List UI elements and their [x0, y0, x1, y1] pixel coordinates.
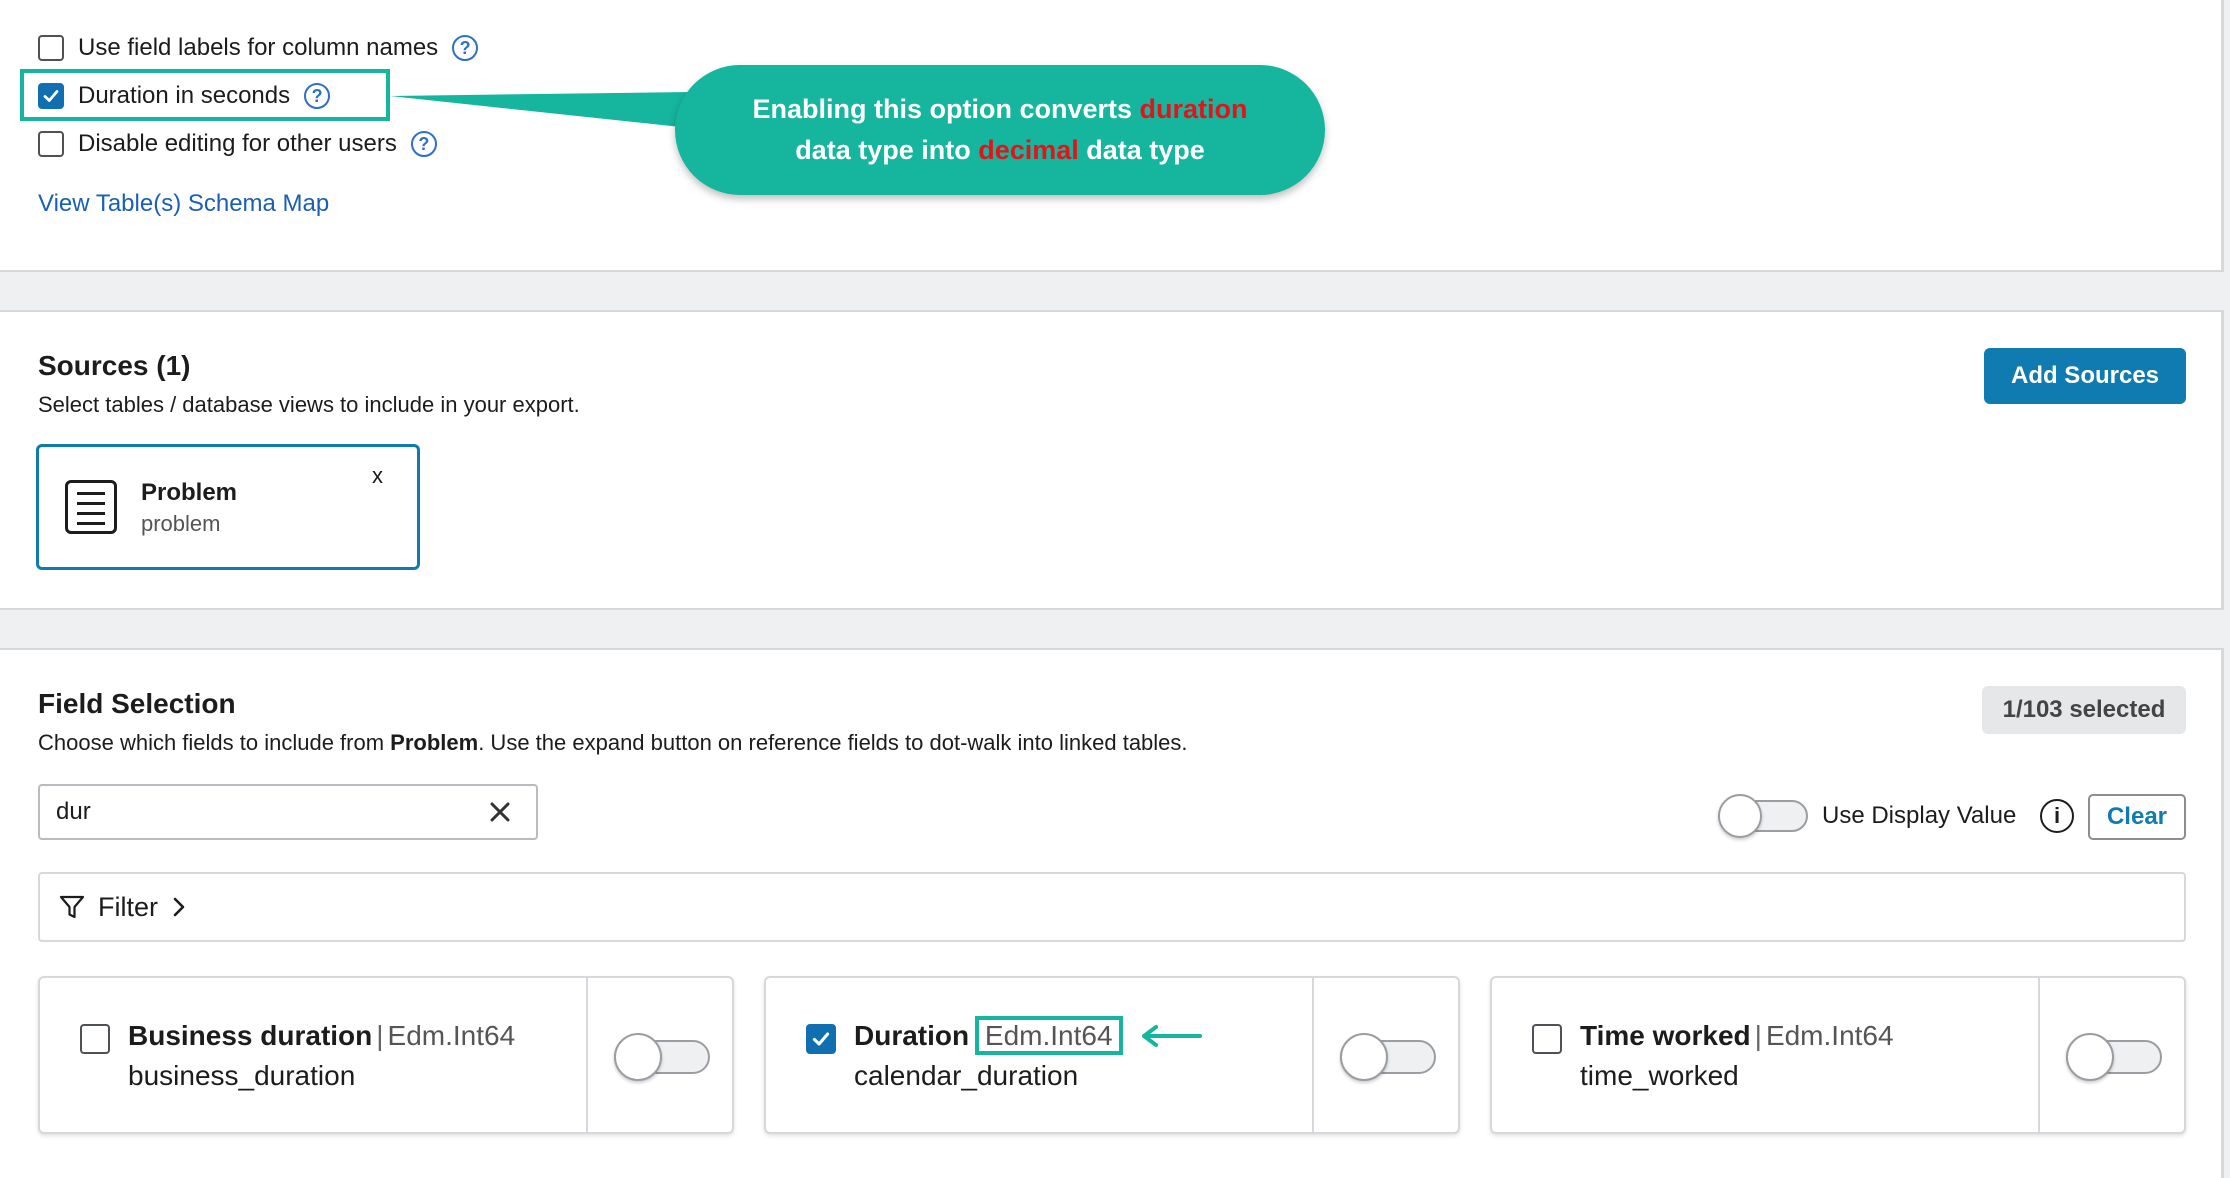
field-labels-checkbox[interactable] [38, 35, 64, 61]
field-name: Duration [854, 1020, 970, 1051]
disable-editing-label: Disable editing for other users [78, 130, 397, 157]
field-name: Time worked [1580, 1020, 1751, 1051]
field-selection-title: Field Selection [38, 688, 236, 719]
field-separator: | [1754, 1020, 1762, 1051]
filter-icon [59, 895, 85, 919]
disable-editing-option[interactable]: Disable editing for other users ? [38, 130, 437, 158]
callout-highlight: decimal [978, 135, 1079, 165]
field-expand-toggle[interactable] [614, 1033, 710, 1081]
help-icon[interactable]: ? [452, 35, 479, 61]
toggle-knob [1718, 794, 1762, 838]
field-type-highlighted: Edm.Int64 [974, 1016, 1123, 1055]
sources-title: Sources (1) [38, 350, 191, 381]
field-column: business_duration [128, 1060, 356, 1091]
add-sources-button[interactable]: Add Sources [1984, 348, 2186, 404]
callout-line-2: data type into decimal data type [675, 130, 1325, 171]
field-labels-option[interactable]: Use field labels for column names ? [38, 34, 479, 62]
subtitle-text: Choose which fields to include from [38, 730, 391, 755]
table-icon [65, 480, 117, 534]
field-card-business-duration[interactable]: Business duration | Edm.Int64 business_dur… [38, 976, 734, 1134]
subtitle-table-name: Problem [390, 730, 479, 755]
field-type: Edm.Int64 [1765, 1020, 1894, 1051]
filter-label: Filter [98, 891, 158, 922]
field-name: Business duration [128, 1020, 373, 1051]
annotation-callout: Enabling this option converts duration d… [675, 65, 1325, 195]
remove-source-button[interactable]: x [372, 463, 383, 489]
callout-text: Enabling this option converts [752, 94, 1140, 124]
sources-subtitle: Select tables / database views to includ… [38, 392, 580, 417]
selected-count-badge: 1/103 selected [1982, 686, 2186, 734]
help-icon[interactable]: ? [410, 131, 437, 157]
toggle-knob [1340, 1033, 1388, 1081]
clear-button[interactable]: Clear [2088, 794, 2186, 840]
card-divider [586, 978, 588, 1132]
duration-option-highlight [20, 69, 390, 121]
field-column: calendar_duration [854, 1060, 1079, 1091]
field-search-input[interactable] [56, 796, 456, 828]
source-name: problem [141, 511, 221, 536]
field-label: Time worked | Edm.Int64 [1580, 1020, 1894, 1052]
clear-search-icon[interactable] [486, 798, 514, 826]
field-labels-label: Use field labels for column names [78, 34, 439, 61]
field-type: Edm.Int64 [387, 1020, 516, 1051]
field-expand-toggle[interactable] [1340, 1033, 1436, 1081]
toggle-knob [614, 1033, 662, 1081]
display-value-toggle[interactable] [1718, 794, 1808, 838]
field-label: Duration Edm.Int64 [854, 1016, 1123, 1055]
callout-text: data type into [795, 135, 979, 165]
card-divider [1312, 978, 1314, 1132]
checkmark-icon [812, 1032, 830, 1046]
filter-bar[interactable]: Filter [38, 872, 2186, 942]
field-expand-toggle[interactable] [2066, 1033, 2162, 1081]
subtitle-text: . Use the expand button on reference fie… [478, 730, 1188, 755]
callout-highlight: duration [1139, 94, 1248, 124]
info-icon[interactable]: i [2040, 799, 2074, 833]
field-search[interactable] [38, 784, 538, 840]
arrow-left-icon [1142, 1025, 1202, 1047]
display-value-label: Use Display Value [1822, 802, 2017, 829]
callout-text: data type [1078, 135, 1205, 165]
source-title: Problem [141, 479, 238, 506]
field-column: time_worked [1580, 1060, 1739, 1091]
field-checkbox[interactable] [80, 1024, 110, 1054]
field-separator: | [376, 1020, 384, 1051]
field-label: Business duration | Edm.Int64 [128, 1020, 515, 1052]
field-card-time-worked[interactable]: Time worked | Edm.Int64 time_worked [1490, 976, 2186, 1134]
chevron-right-icon [173, 897, 185, 917]
field-checkbox[interactable] [806, 1024, 836, 1054]
source-card-problem[interactable]: Problem problem x [36, 444, 420, 570]
schema-map-link[interactable]: View Table(s) Schema Map [38, 190, 329, 218]
toggle-knob [2066, 1033, 2114, 1081]
disable-editing-checkbox[interactable] [38, 131, 64, 157]
field-checkbox[interactable] [1532, 1024, 1562, 1054]
field-card-duration[interactable]: Duration Edm.Int64 calendar_duration [764, 976, 1460, 1134]
field-selection-subtitle: Choose which fields to include from Prob… [38, 730, 1188, 756]
callout-line-1: Enabling this option converts duration [675, 89, 1325, 130]
card-divider [2038, 978, 2040, 1132]
